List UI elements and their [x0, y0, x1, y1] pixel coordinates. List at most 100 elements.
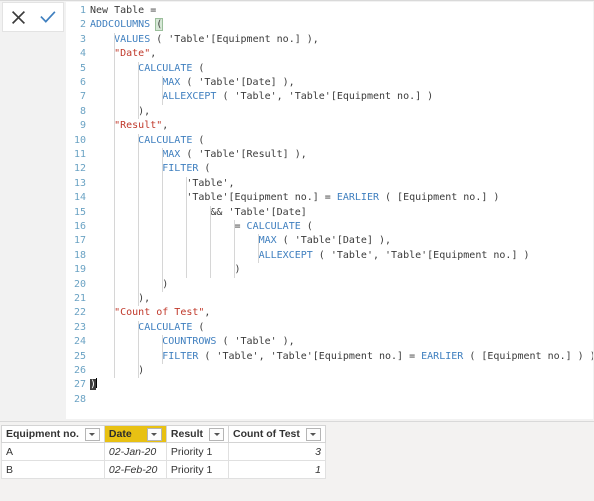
line-text: CALCULATE ( [138, 62, 205, 74]
line-number: 12 [73, 163, 86, 175]
line-number: 20 [73, 278, 86, 290]
line-text: FILTER ( 'Table', 'Table'[Equipment no.]… [162, 350, 593, 362]
indent-guide [209, 205, 211, 278]
line-text: CALCULATE ( [138, 134, 205, 146]
line-number: 27 [73, 379, 86, 391]
data-preview-table: Equipment no. Date Result Count of Test … [1, 425, 326, 479]
chevron-down-icon [213, 432, 220, 436]
line-number: 3 [79, 33, 86, 45]
code-line: 21 ), [66, 292, 593, 306]
line-text: ALLEXCEPT ( 'Table', 'Table'[Equipment n… [258, 249, 530, 261]
line-number: 2 [79, 19, 86, 31]
code-line: 27) [66, 378, 593, 392]
formula-editor-region: 1 New Table = 2 ADDCOLUMNS (3 VALUES ( 'Tab… [0, 0, 594, 420]
code-line: 1 New Table = [66, 4, 593, 18]
code-line: 12 FILTER ( [66, 162, 593, 176]
cancel-button[interactable] [5, 4, 31, 30]
code-line: 28 [66, 393, 593, 407]
code-line: 25 FILTER ( 'Table', 'Table'[Equipment n… [66, 350, 593, 364]
line-text: ), [90, 105, 151, 117]
line-text: ) [90, 378, 98, 391]
indent-guide [113, 32, 115, 379]
line-text: FILTER ( [162, 163, 211, 175]
code-line: 2 ADDCOLUMNS ( [66, 18, 593, 32]
line-number: 4 [79, 48, 86, 60]
table-row[interactable]: B 02-Feb-20 Priority 1 1 [1, 460, 326, 479]
code-line: 17 MAX ( 'Table'[Date] ), [66, 234, 593, 248]
indent-guide [161, 148, 163, 292]
filter-dropdown-equipment-no[interactable] [84, 427, 100, 441]
column-label: Count of Test [233, 428, 300, 440]
indent-guide [161, 335, 163, 364]
line-number: 28 [73, 393, 86, 405]
line-number: 11 [73, 149, 86, 160]
code-line: 7 ALLEXCEPT ( 'Table', 'Table'[Equipment… [66, 90, 593, 104]
column-header-equipment-no[interactable]: Equipment no. [1, 425, 105, 443]
dax-formula-editor-window: 1 New Table = 2 ADDCOLUMNS (3 VALUES ( 'Tab… [0, 0, 594, 501]
line-number: 15 [73, 206, 86, 218]
line-number: 19 [73, 264, 86, 276]
line-text: New Table = [90, 5, 157, 16]
line-text: MAX ( 'Table'[Date] ), [258, 235, 392, 247]
filter-dropdown-count-of-test[interactable] [305, 427, 321, 441]
code-line: 26 ) [66, 364, 593, 378]
code-line: 18 ALLEXCEPT ( 'Table', 'Table'[Equipmen… [66, 249, 593, 263]
close-x-icon [11, 10, 26, 25]
cell-count: 3 [228, 442, 326, 461]
line-text: MAX ( 'Table'[Date] ), [162, 77, 295, 88]
line-text: "Count of Test", [114, 307, 211, 319]
indent-guide [137, 320, 139, 379]
indent-guide [161, 76, 163, 105]
code-line: 10 CALCULATE ( [66, 134, 593, 148]
column-header-count-of-test[interactable]: Count of Test [228, 425, 326, 443]
code-line: 6 MAX ( 'Table'[Date] ), [66, 76, 593, 90]
line-number: 25 [73, 350, 86, 362]
column-header-date[interactable]: Date [103, 425, 167, 443]
column-label: Equipment no. [6, 428, 79, 440]
line-number: 13 [73, 177, 86, 189]
code-line: 4 "Date", [66, 47, 593, 61]
data-preview-region: Equipment no. Date Result Count of Test … [0, 421, 594, 501]
chevron-down-icon [310, 432, 317, 436]
cell-equipment: A [1, 442, 105, 461]
line-number: 18 [73, 249, 86, 261]
line-number: 9 [79, 120, 86, 132]
commit-button[interactable] [35, 4, 61, 30]
line-text: ) [90, 365, 145, 376]
indent-guide [258, 234, 260, 264]
chevron-down-icon [151, 432, 158, 436]
code-line: 23 CALCULATE ( [66, 321, 593, 335]
filter-dropdown-date[interactable] [146, 427, 162, 441]
line-number: 23 [73, 321, 86, 333]
line-text: ) [90, 264, 241, 276]
line-number: 14 [73, 192, 86, 204]
code-line: 20 ) [66, 278, 593, 292]
cell-date: 02-Jan-20 [103, 442, 167, 461]
indent-guide [185, 176, 187, 278]
code-editor[interactable]: 1 New Table = 2 ADDCOLUMNS (3 VALUES ( 'Tab… [66, 2, 593, 419]
line-text: "Result", [114, 120, 169, 132]
line-text: && 'Table'[Date] [90, 206, 307, 218]
line-number: 17 [73, 235, 86, 247]
filter-dropdown-result[interactable] [209, 427, 225, 441]
line-number: 8 [79, 105, 86, 117]
table-row[interactable]: A 02-Jan-20 Priority 1 3 [1, 442, 326, 461]
checkmark-icon [40, 10, 56, 25]
code-line: 5 CALCULATE ( [66, 62, 593, 76]
line-number: 6 [79, 77, 86, 88]
line-number: 1 [79, 5, 86, 16]
code-line: 8 ), [66, 105, 593, 119]
formula-commit-toolbar [2, 2, 64, 32]
cell-result: Priority 1 [165, 460, 230, 479]
line-text: = CALCULATE ( [90, 221, 313, 232]
cell-date: 02-Feb-20 [103, 460, 167, 479]
column-label: Date [108, 428, 132, 440]
cell-result: Priority 1 [165, 442, 230, 461]
code-line: 15 && 'Table'[Date] [66, 206, 593, 220]
code-line: 9 "Result", [66, 119, 593, 133]
column-header-result[interactable]: Result [165, 425, 230, 443]
line-number: 10 [73, 134, 86, 146]
line-text: ADDCOLUMNS ( [90, 18, 164, 32]
column-label: Result [170, 428, 204, 440]
indent-guide [137, 133, 139, 307]
